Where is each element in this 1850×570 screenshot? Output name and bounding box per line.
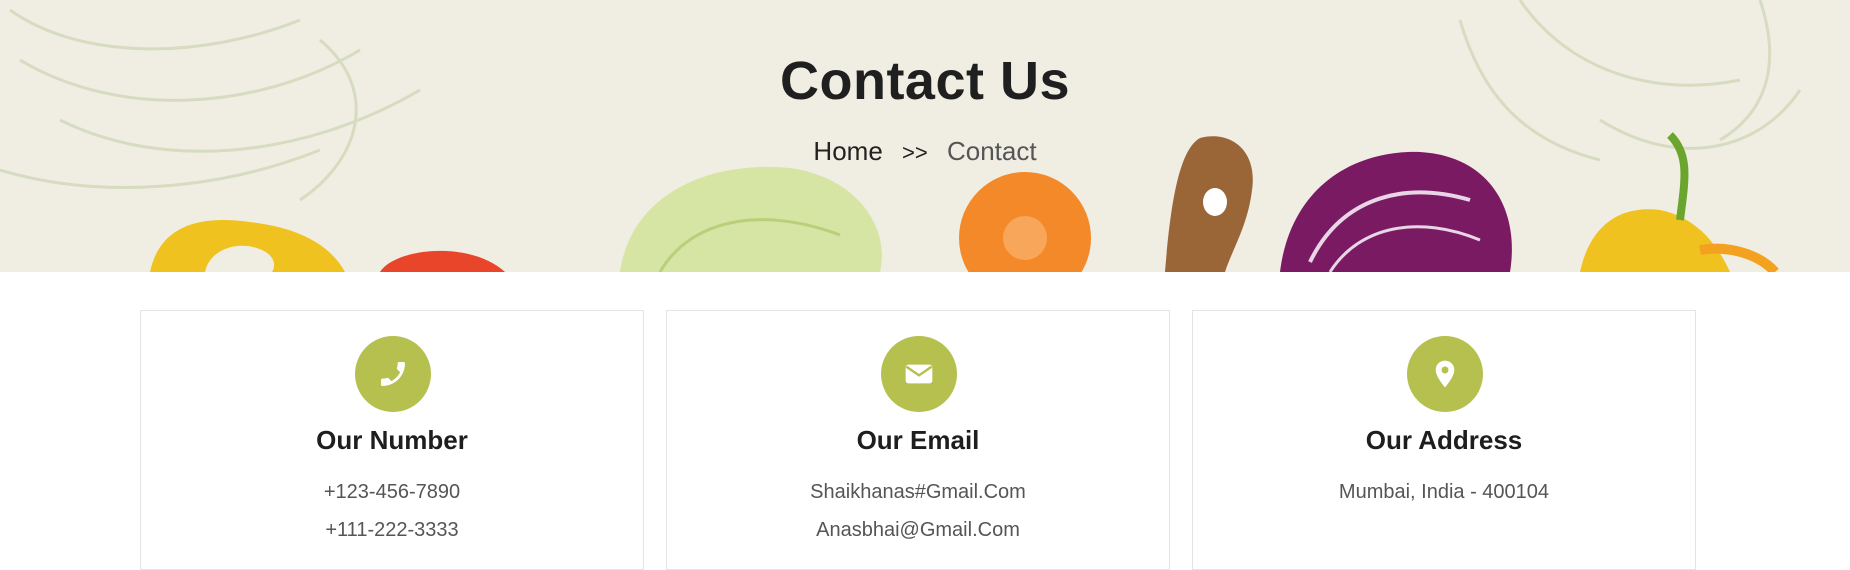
phone-number-2[interactable]: +111-222-3333: [141, 519, 643, 542]
contact-card-number: Our Number +123-456-7890 +111-222-3333: [140, 310, 644, 570]
card-title: Our Email: [856, 425, 980, 455]
page-title: Contact Us: [779, 51, 1071, 111]
contact-card-email: Our Email Shaikhanas#Gmail.Com Anasbhai@…: [666, 310, 1170, 570]
card-title: Our Address: [1365, 425, 1523, 455]
phone-icon: [355, 336, 431, 412]
breadcrumb: Home >> Contact: [0, 136, 1850, 167]
breadcrumb-separator: >>: [902, 140, 928, 165]
envelope-icon: [881, 336, 957, 412]
email-address-2[interactable]: Anasbhai@Gmail.Com: [667, 519, 1169, 542]
email-address-1[interactable]: Shaikhanas#Gmail.Com: [667, 481, 1169, 504]
breadcrumb-current: Contact: [946, 136, 1037, 166]
page-banner: Contact Us Home >> Contact: [0, 0, 1850, 272]
breadcrumb-home-link[interactable]: Home: [813, 136, 882, 166]
contact-card-address: Our Address Mumbai, India - 400104: [1192, 310, 1696, 570]
map-pin-icon: [1407, 336, 1483, 412]
card-title: Our Number: [316, 425, 468, 455]
address-line: Mumbai, India - 400104: [1338, 481, 1550, 503]
contact-info-cards: Our Number +123-456-7890 +111-222-3333 O…: [140, 310, 1697, 570]
phone-number-1[interactable]: +123-456-7890: [141, 481, 643, 504]
